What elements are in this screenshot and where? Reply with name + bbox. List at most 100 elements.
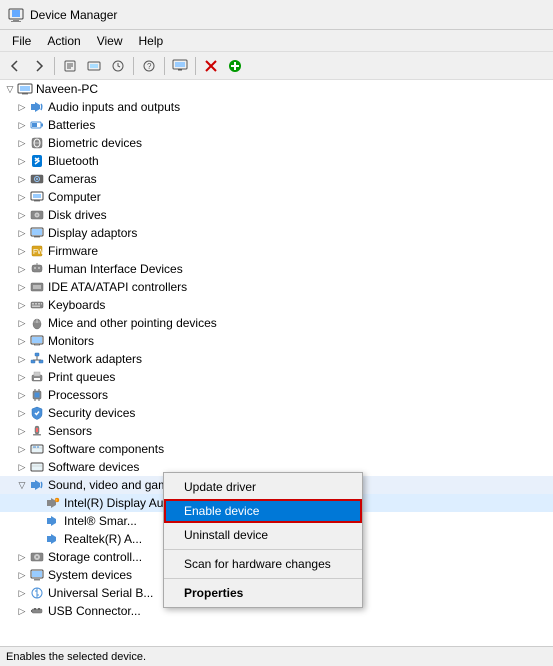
tree-biometric[interactable]: ▷ Biometric devices — [0, 134, 553, 152]
sound-expand[interactable]: ▽ — [16, 479, 28, 491]
sensors-expand[interactable]: ▷ — [16, 425, 28, 437]
tree-display[interactable]: ▷ Display adaptors — [0, 224, 553, 242]
toolbar-help[interactable]: ? — [138, 55, 160, 77]
display-label: Display adaptors — [48, 226, 137, 240]
disk-icon — [29, 207, 45, 223]
network-expand[interactable]: ▷ — [16, 353, 28, 365]
processors-expand[interactable]: ▷ — [16, 389, 28, 401]
storage-label: Storage controll... — [48, 550, 142, 564]
root-icon — [17, 81, 33, 97]
root-expand[interactable]: ▽ — [4, 83, 16, 95]
tree-computer[interactable]: ▷ Computer — [0, 188, 553, 206]
storage-icon — [29, 549, 45, 565]
firmware-expand[interactable]: ▷ — [16, 245, 28, 257]
processors-label: Processors — [48, 388, 108, 402]
usb-expand[interactable]: ▷ — [16, 587, 28, 599]
ctx-scan-hardware[interactable]: Scan for hardware changes — [164, 552, 362, 576]
toolbar-monitor[interactable] — [169, 55, 191, 77]
tree-sensors[interactable]: ▷ Sensors — [0, 422, 553, 440]
mice-icon — [29, 315, 45, 331]
keyboards-expand[interactable]: ▷ — [16, 299, 28, 311]
tree-processors[interactable]: ▷ Processors — [0, 386, 553, 404]
sw-components-expand[interactable]: ▷ — [16, 443, 28, 455]
toolbar-delete[interactable] — [200, 55, 222, 77]
monitors-icon — [29, 333, 45, 349]
menu-file[interactable]: File — [4, 32, 39, 50]
ide-icon — [29, 279, 45, 295]
ide-expand[interactable]: ▷ — [16, 281, 28, 293]
status-text: Enables the selected device. — [6, 651, 146, 663]
print-label: Print queues — [48, 370, 115, 384]
security-expand[interactable]: ▷ — [16, 407, 28, 419]
intel-display-icon: ! — [45, 495, 61, 511]
tree-monitors[interactable]: ▷ Monitors — [0, 332, 553, 350]
tree-print[interactable]: ▷ Print queues — [0, 368, 553, 386]
batteries-expand[interactable]: ▷ — [16, 119, 28, 131]
tree-hid[interactable]: ▷ Human Interface Devices — [0, 260, 553, 278]
computer-icon — [29, 189, 45, 205]
system-icon — [29, 567, 45, 583]
menu-help[interactable]: Help — [131, 32, 172, 50]
ctx-update-driver[interactable]: Update driver — [164, 475, 362, 499]
hid-expand[interactable]: ▷ — [16, 263, 28, 275]
system-label: System devices — [48, 568, 132, 582]
display-expand[interactable]: ▷ — [16, 227, 28, 239]
sw-devices-expand[interactable]: ▷ — [16, 461, 28, 473]
bluetooth-icon — [29, 153, 45, 169]
toolbar-add[interactable] — [224, 55, 246, 77]
usb-connector-expand[interactable]: ▷ — [16, 605, 28, 617]
tree-root[interactable]: ▽ Naveen-PC — [0, 80, 553, 98]
processors-icon — [29, 387, 45, 403]
tree-security[interactable]: ▷ Security devices — [0, 404, 553, 422]
audio-expand[interactable]: ▷ — [16, 101, 28, 113]
print-expand[interactable]: ▷ — [16, 371, 28, 383]
tree-ide[interactable]: ▷ IDE ATA/ATAPI controllers — [0, 278, 553, 296]
sw-components-label: Software components — [48, 442, 164, 456]
print-icon — [29, 369, 45, 385]
toolbar-forward[interactable] — [28, 55, 50, 77]
tree-bluetooth[interactable]: ▷ Bluetooth — [0, 152, 553, 170]
computer-expand[interactable]: ▷ — [16, 191, 28, 203]
cameras-expand[interactable]: ▷ — [16, 173, 28, 185]
firmware-label: Firmware — [48, 244, 98, 258]
disk-expand[interactable]: ▷ — [16, 209, 28, 221]
toolbar-sep-4 — [195, 57, 196, 75]
display-icon — [29, 225, 45, 241]
bluetooth-expand[interactable]: ▷ — [16, 155, 28, 167]
sensors-label: Sensors — [48, 424, 92, 438]
system-expand[interactable]: ▷ — [16, 569, 28, 581]
mice-expand[interactable]: ▷ — [16, 317, 28, 329]
keyboards-label: Keyboards — [48, 298, 105, 312]
svg-text:FW: FW — [33, 249, 44, 256]
menu-view[interactable]: View — [89, 32, 131, 50]
tree-batteries[interactable]: ▷ Batteries — [0, 116, 553, 134]
monitors-expand[interactable]: ▷ — [16, 335, 28, 347]
toolbar-properties[interactable] — [59, 55, 81, 77]
storage-expand[interactable]: ▷ — [16, 551, 28, 563]
security-icon — [29, 405, 45, 421]
realtek-label: Realtek(R) A... — [64, 532, 142, 546]
toolbar-update-driver[interactable] — [83, 55, 105, 77]
tree-network[interactable]: ▷ Network adapters — [0, 350, 553, 368]
tree-disk[interactable]: ▷ Disk drives — [0, 206, 553, 224]
toolbar-back[interactable] — [4, 55, 26, 77]
toolbar-scan[interactable] — [107, 55, 129, 77]
tree-sw-components[interactable]: ▷ Software components — [0, 440, 553, 458]
ctx-enable-device[interactable]: Enable device — [164, 499, 362, 523]
firmware-icon: FW — [29, 243, 45, 259]
tree-firmware[interactable]: ▷ FW Firmware — [0, 242, 553, 260]
security-label: Security devices — [48, 406, 135, 420]
biometric-expand[interactable]: ▷ — [16, 137, 28, 149]
svg-text:!: ! — [56, 498, 57, 503]
ctx-properties[interactable]: Properties — [164, 581, 362, 605]
svg-text:?: ? — [147, 62, 152, 71]
disk-label: Disk drives — [48, 208, 107, 222]
tree-keyboards[interactable]: ▷ Keyboards — [0, 296, 553, 314]
tree-cameras[interactable]: ▷ Cameras — [0, 170, 553, 188]
tree-audio[interactable]: ▷ Audio inputs and outputs — [0, 98, 553, 116]
ide-label: IDE ATA/ATAPI controllers — [48, 280, 187, 294]
menu-action[interactable]: Action — [39, 32, 88, 50]
network-icon — [29, 351, 45, 367]
ctx-uninstall-device[interactable]: Uninstall device — [164, 523, 362, 547]
tree-mice[interactable]: ▷ Mice and other pointing devices — [0, 314, 553, 332]
